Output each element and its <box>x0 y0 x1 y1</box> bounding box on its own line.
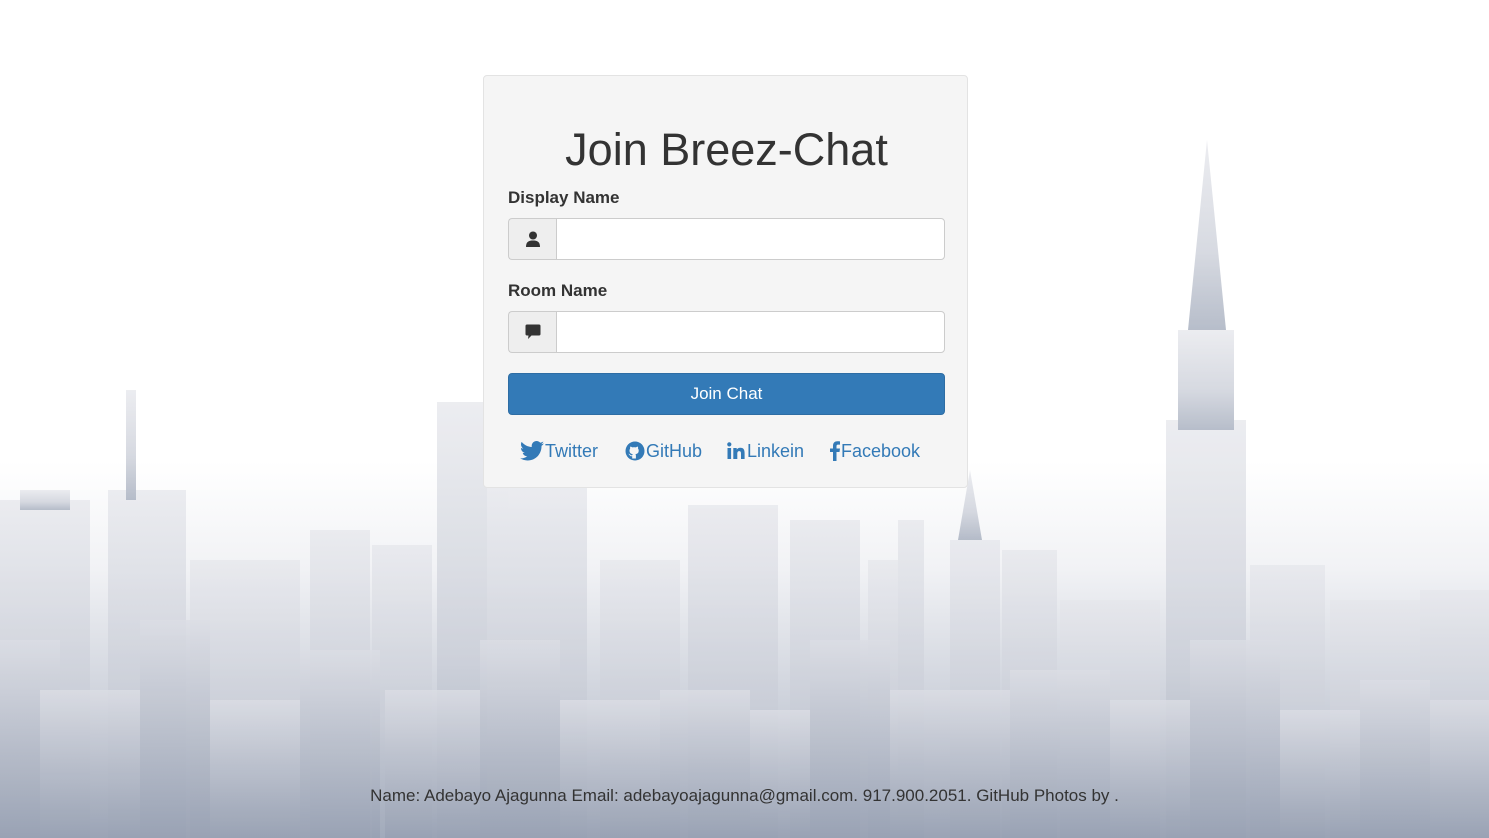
linkedin-link[interactable]: Linkein <box>727 438 804 464</box>
join-chat-button[interactable]: Join Chat <box>508 373 945 415</box>
facebook-link-label: Facebook <box>841 440 921 461</box>
room-name-label: Room Name <box>508 281 608 300</box>
facebook-icon <box>830 441 840 461</box>
github-link[interactable]: GitHub <box>625 438 702 464</box>
twitter-link[interactable]: Twitter <box>520 438 598 464</box>
user-icon <box>508 218 556 260</box>
facebook-link[interactable]: Facebook <box>830 438 920 464</box>
join-form-panel: Join Breez-Chat Display Name Room Name J… <box>483 75 968 488</box>
linkedin-icon <box>727 442 745 459</box>
room-name-input[interactable] <box>556 311 945 353</box>
comment-icon <box>508 311 556 353</box>
room-name-group <box>508 311 945 353</box>
display-name-group <box>508 218 945 260</box>
github-icon <box>625 441 645 461</box>
twitter-link-label: Twitter <box>545 440 599 461</box>
display-name-input[interactable] <box>556 218 945 260</box>
github-link-label: GitHub <box>646 440 703 461</box>
page-title: Join Breez-Chat <box>565 124 888 175</box>
linkedin-link-label: Linkein <box>747 440 805 461</box>
twitter-icon <box>520 441 544 461</box>
footer-contact-text: Name: Adebayo Ajagunna Email: adebayoaja… <box>370 786 1119 805</box>
display-name-label: Display Name <box>508 188 620 207</box>
